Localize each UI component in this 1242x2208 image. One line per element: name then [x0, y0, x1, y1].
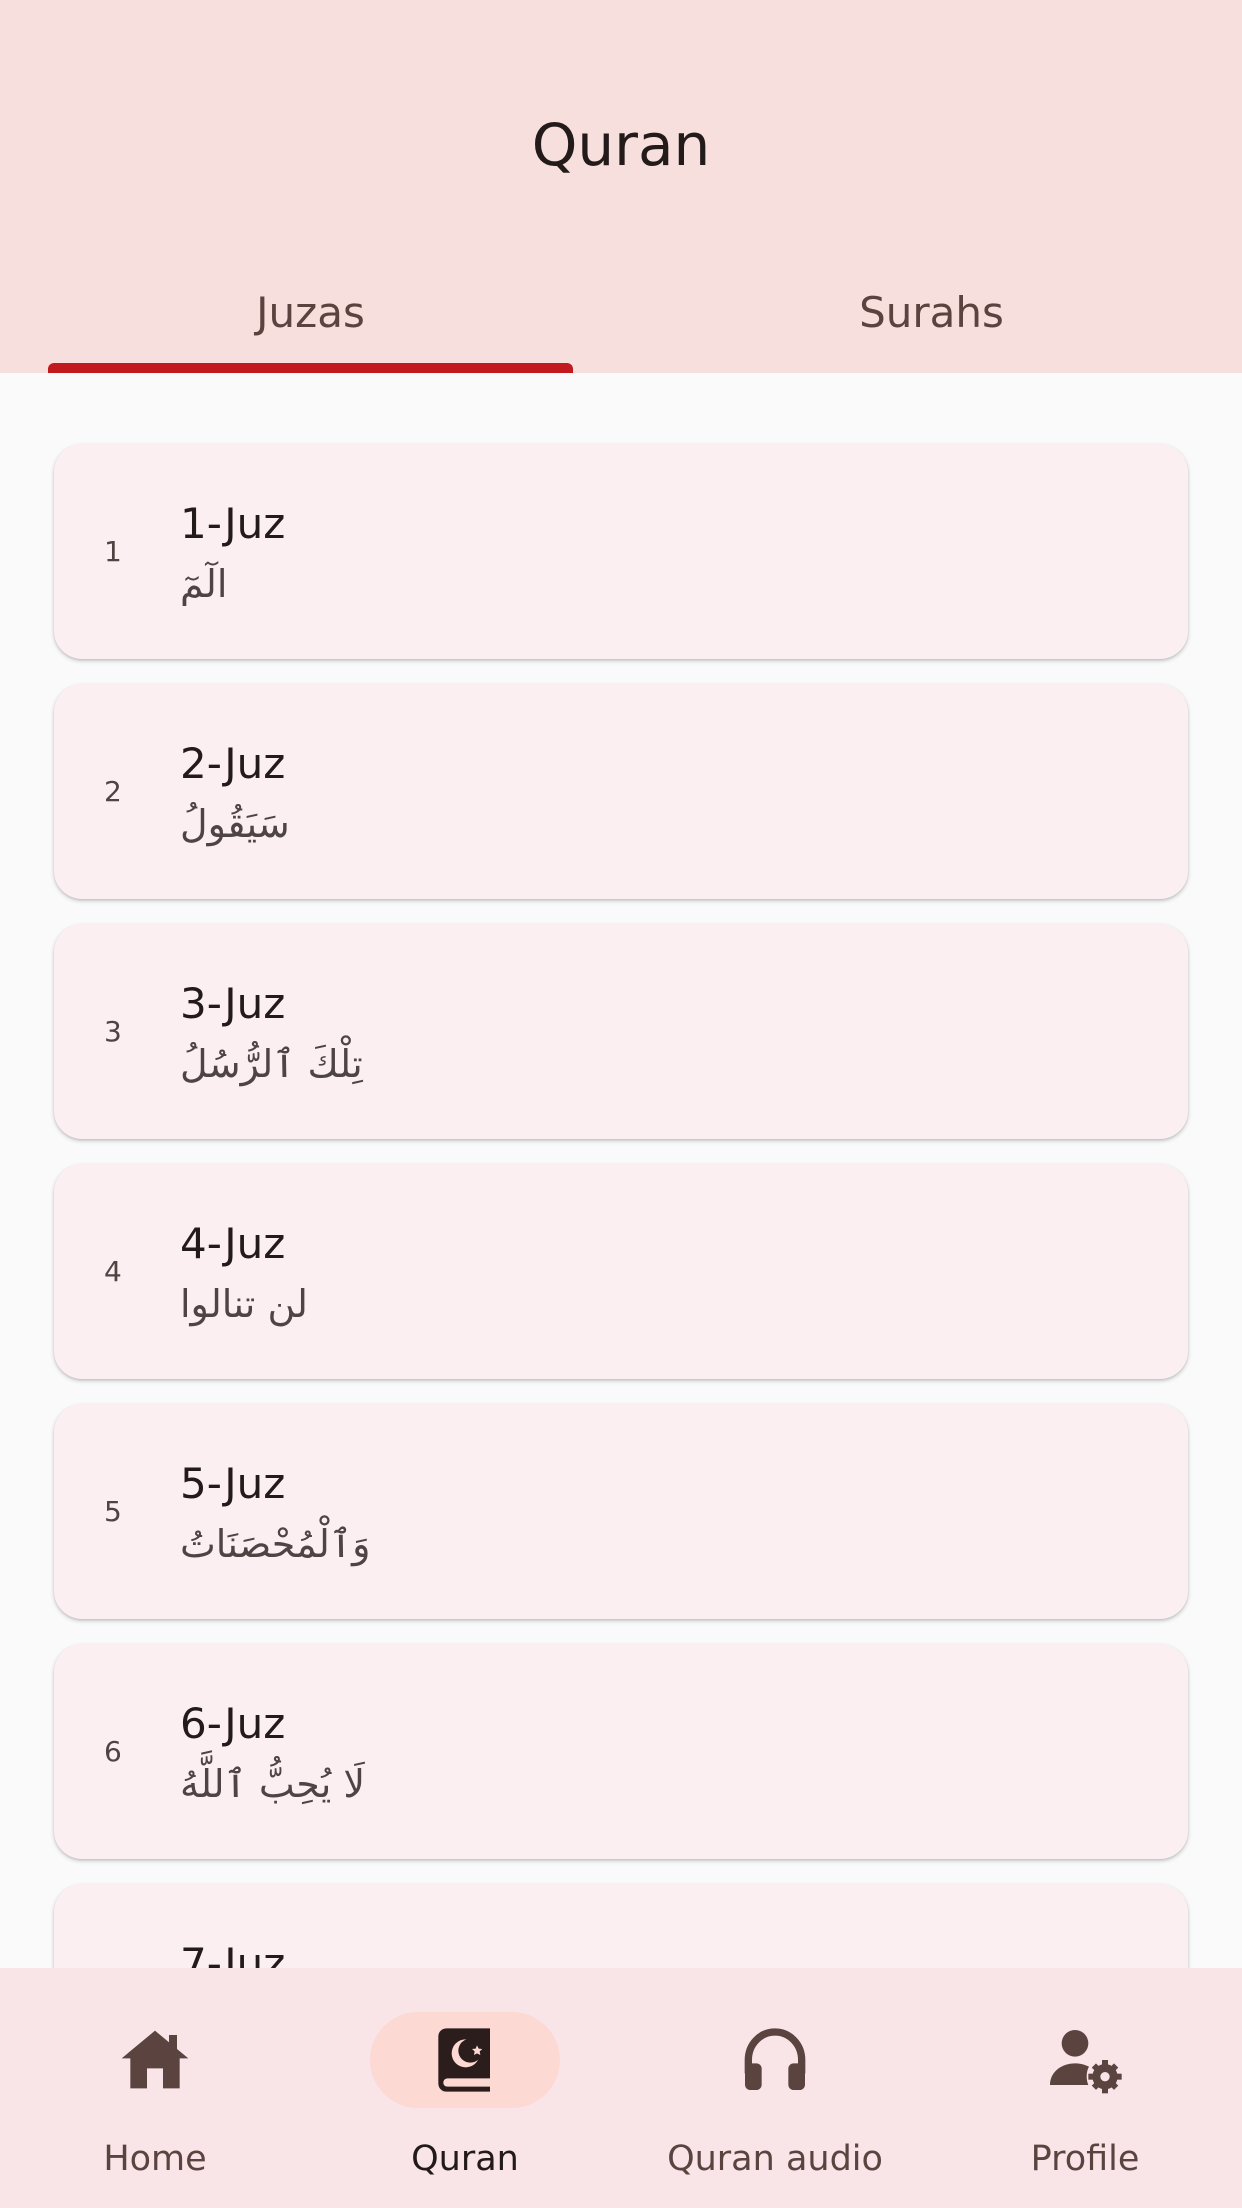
- juz-card-4[interactable]: 4 4-Juz لن تنالوا: [54, 1164, 1188, 1379]
- nav-item-quran[interactable]: Quran: [310, 1968, 620, 2208]
- juz-number: 7: [104, 1884, 122, 1968]
- juz-title: 1-Juz: [180, 499, 286, 548]
- juz-arabic-name: وَٱلْمُحْصَنَاتُ: [180, 1522, 371, 1566]
- page-title: Quran: [531, 111, 711, 179]
- juz-card-3[interactable]: 3 3-Juz تِلْكَ ٱلرُّسُلُ: [54, 924, 1188, 1139]
- juz-title: 7-Juz: [180, 1939, 286, 1968]
- tab-juzas[interactable]: Juzas: [0, 278, 621, 348]
- juz-card-2[interactable]: 2 2-Juz سَيَقُولُ: [54, 684, 1188, 899]
- nav-item-quran-audio[interactable]: Quran audio: [620, 1968, 930, 2208]
- juz-number: 1: [104, 535, 122, 568]
- juz-arabic-name: تِلْكَ ٱلرُّسُلُ: [180, 1042, 363, 1086]
- juz-title: 5-Juz: [180, 1459, 286, 1508]
- app-bar: Quran Juzas Surahs: [0, 0, 1242, 373]
- juz-arabic-name: لَا يُحِبُّ ٱللَّهُ: [180, 1762, 366, 1806]
- juz-arabic-name: سَيَقُولُ: [180, 802, 290, 846]
- juz-title: 4-Juz: [180, 1219, 286, 1268]
- juz-card-6[interactable]: 6 6-Juz لَا يُحِبُّ ٱللَّهُ: [54, 1644, 1188, 1859]
- nav-label-profile: Profile: [1030, 2139, 1140, 2179]
- juz-card-7[interactable]: 7 7-Juz: [54, 1884, 1188, 1968]
- home-icon: [121, 2030, 189, 2089]
- juz-list[interactable]: 1 1-Juz الٓمٓ 2 2-Juz سَيَقُولُ 3 3-Juz …: [0, 373, 1242, 1968]
- profile-settings-icon: [1050, 2030, 1122, 2094]
- nav-label-quran: Quran: [411, 2139, 519, 2179]
- nav-label-home: Home: [103, 2139, 207, 2179]
- juz-arabic-name: الٓمٓ: [180, 562, 228, 606]
- juz-number: 5: [104, 1495, 122, 1528]
- tab-indicator: [48, 363, 573, 373]
- juz-card-1[interactable]: 1 1-Juz الٓمٓ: [54, 444, 1188, 659]
- juz-arabic-name: لن تنالوا: [180, 1282, 308, 1326]
- tab-surahs[interactable]: Surahs: [621, 278, 1242, 348]
- headphones-icon: [744, 2028, 806, 2090]
- juz-title: 2-Juz: [180, 739, 286, 788]
- juz-card-5[interactable]: 5 5-Juz وَٱلْمُحْصَنَاتُ: [54, 1404, 1188, 1619]
- bottom-navigation: Home Quran Quran audio Profile: [0, 1968, 1242, 2208]
- juz-number: 4: [104, 1255, 122, 1288]
- quran-book-icon: [438, 2028, 490, 2092]
- nav-label-quran-audio: Quran audio: [667, 2139, 883, 2179]
- nav-item-home[interactable]: Home: [0, 1968, 310, 2208]
- juz-number: 3: [104, 1015, 122, 1048]
- juz-number: 2: [104, 775, 122, 808]
- juz-number: 6: [104, 1735, 122, 1768]
- juz-title: 3-Juz: [180, 979, 286, 1028]
- juz-title: 6-Juz: [180, 1699, 286, 1748]
- nav-item-profile[interactable]: Profile: [930, 1968, 1240, 2208]
